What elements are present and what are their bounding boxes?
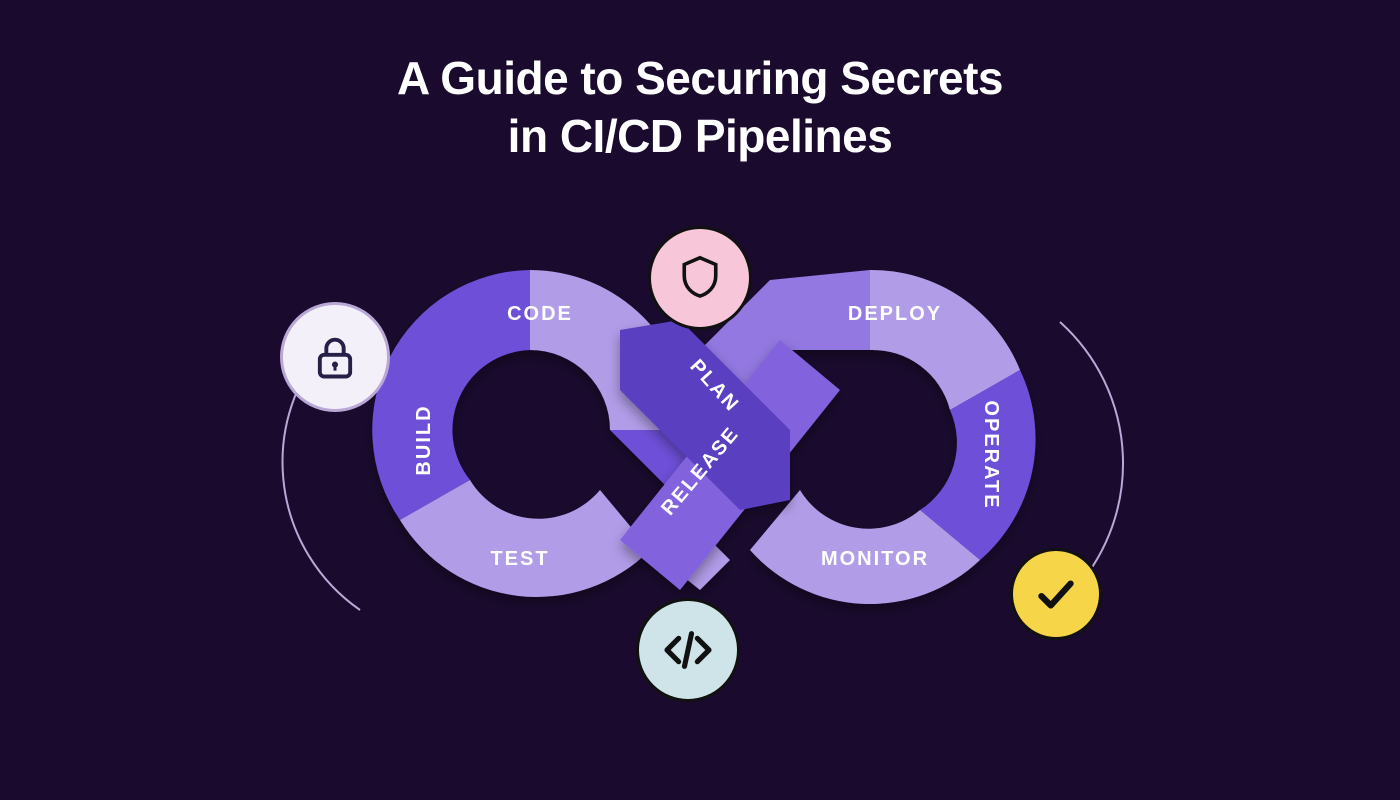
label-build: BUILD bbox=[413, 404, 435, 475]
label-operate: OPERATE bbox=[980, 400, 1002, 509]
check-icon bbox=[1031, 569, 1081, 619]
check-badge bbox=[1010, 548, 1102, 640]
shield-badge bbox=[648, 226, 752, 330]
label-code: CODE bbox=[507, 303, 573, 325]
lock-badge bbox=[280, 302, 390, 412]
code-badge bbox=[636, 598, 740, 702]
lock-icon bbox=[309, 331, 361, 383]
hero-graphic: A Guide to Securing Secrets in CI/CD Pip… bbox=[0, 0, 1400, 800]
shield-icon bbox=[673, 251, 727, 305]
label-monitor: MONITOR bbox=[821, 548, 929, 570]
code-icon bbox=[660, 622, 716, 678]
label-deploy: DEPLOY bbox=[848, 303, 942, 325]
label-test: TEST bbox=[490, 548, 549, 570]
